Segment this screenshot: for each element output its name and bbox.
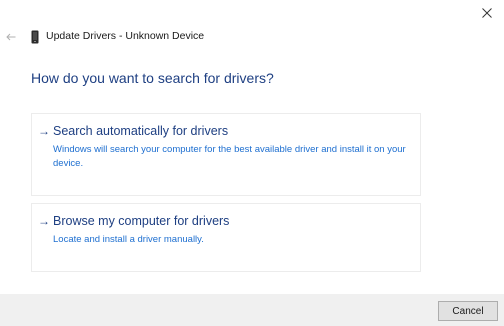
page-heading: How do you want to search for drivers?: [31, 70, 274, 86]
search-automatically-option[interactable]: → Search automatically for drivers Windo…: [31, 113, 421, 196]
dialog-footer: Cancel: [0, 294, 504, 326]
close-icon: [482, 8, 492, 18]
browse-computer-option[interactable]: → Browse my computer for drivers Locate …: [31, 203, 421, 272]
close-button[interactable]: [470, 0, 504, 26]
back-button[interactable]: [4, 30, 18, 44]
option-title: Browse my computer for drivers: [53, 214, 230, 228]
update-drivers-dialog: Update Drivers - Unknown Device How do y…: [0, 0, 504, 326]
device-icon: [31, 30, 39, 44]
option-description: Locate and install a driver manually.: [53, 234, 204, 245]
back-arrow-icon: [6, 33, 16, 41]
right-arrow-icon: →: [38, 124, 50, 138]
right-arrow-icon: →: [38, 214, 50, 228]
option-title: Search automatically for drivers: [53, 124, 229, 138]
option-description: Windows will search your computer for th…: [53, 144, 406, 169]
window-title: Update Drivers - Unknown Device: [46, 30, 205, 42]
cancel-button[interactable]: Cancel: [438, 301, 498, 321]
title-bar: Update Drivers - Unknown Device: [0, 28, 440, 48]
